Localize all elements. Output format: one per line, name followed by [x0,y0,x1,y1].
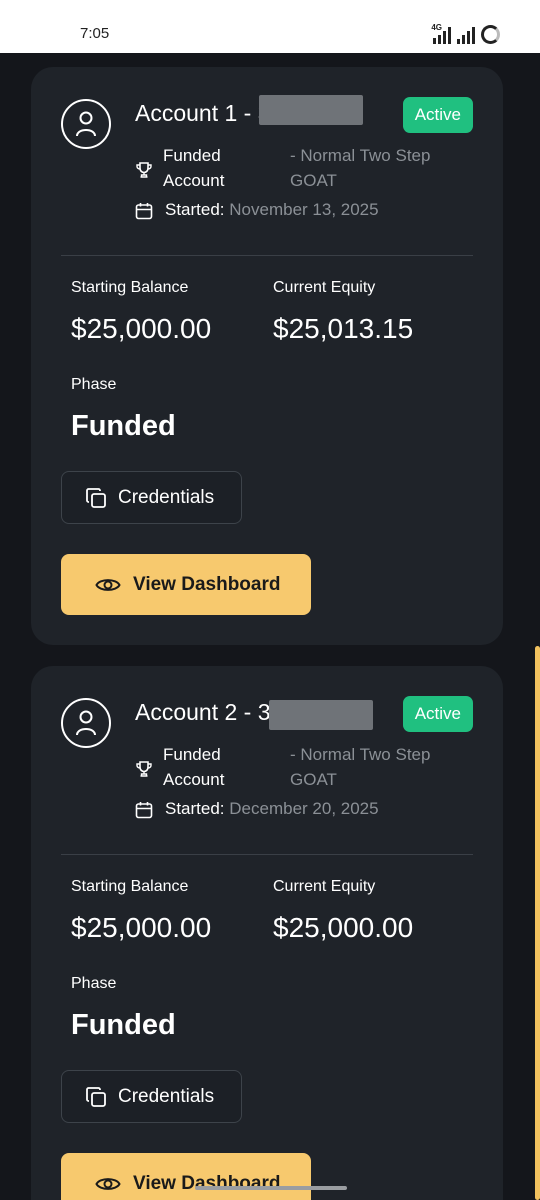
phase-value: Funded [71,1009,176,1041]
calendar-icon [135,802,153,819]
eye-icon [95,578,121,591]
view-dashboard-label: View Dashboard [133,573,281,595]
battery-icon [481,25,500,44]
redacted-account-number [259,95,363,125]
phase-label: Phase [71,975,117,992]
current-equity-label: Current Equity [273,878,376,895]
started-label: Started: [165,200,225,219]
started-date: December 20, 2025 [229,799,379,818]
account-title: Account 1 - 3 [135,100,271,126]
starting-balance-label: Starting Balance [71,279,189,296]
started-label: Started: [165,799,225,818]
current-equity-label: Current Equity [273,279,376,296]
phase-value: Funded [71,410,176,442]
account-card: Account 1 - 3 Active Funded Account - No… [31,67,503,645]
account-type-detail: - Normal Two Step GOAT [290,146,431,190]
divider [61,854,473,855]
status-badge: Active [402,696,473,732]
signal-icon [433,27,451,44]
calendar-icon [135,203,153,220]
divider [61,255,473,256]
account-title: Account 2 - 3 [135,699,271,725]
starting-balance-value: $25,000.00 [71,912,212,943]
account-type-detail: - Normal Two Step GOAT [290,745,431,789]
status-badge: Active [402,97,473,133]
copy-icon [86,1086,106,1107]
status-time: 7:05 [80,25,110,42]
credentials-button[interactable]: Credentials [61,471,242,524]
view-dashboard-button[interactable]: View Dashboard [61,1153,311,1200]
signal-icon-2 [457,27,475,44]
home-indicator[interactable] [195,1186,347,1190]
eye-icon [95,1177,121,1190]
starting-balance-value: $25,000.00 [71,313,212,344]
account-type-label: Funded Account [163,745,225,789]
screen: 7:05 4G Account 1 - 3 Active Funded Acco… [0,0,540,1200]
starting-balance-label: Starting Balance [71,878,189,895]
account-type-label: Funded Account [163,146,225,190]
status-icons [433,24,500,44]
trophy-icon [136,761,152,777]
view-dashboard-label: View Dashboard [133,1172,281,1194]
scrollbar[interactable] [535,646,540,1200]
view-dashboard-button[interactable]: View Dashboard [61,554,311,615]
current-equity-value: $25,013.15 [273,313,414,344]
current-equity-value: $25,000.00 [273,912,414,943]
credentials-label: Credentials [118,486,215,508]
redacted-account-number [269,700,373,730]
started-info: Started: November 13, 2025 [165,200,379,220]
user-icon [61,99,111,149]
credentials-label: Credentials [118,1085,215,1107]
phase-label: Phase [71,376,117,393]
trophy-icon [136,162,152,178]
status-bar: 7:05 4G [0,0,540,53]
credentials-button[interactable]: Credentials [61,1070,242,1123]
user-icon [61,698,111,748]
started-date: November 13, 2025 [229,200,379,219]
copy-icon [86,487,106,508]
account-card: Account 2 - 3 Active Funded Account - No… [31,666,503,1200]
started-info: Started: December 20, 2025 [165,799,379,819]
